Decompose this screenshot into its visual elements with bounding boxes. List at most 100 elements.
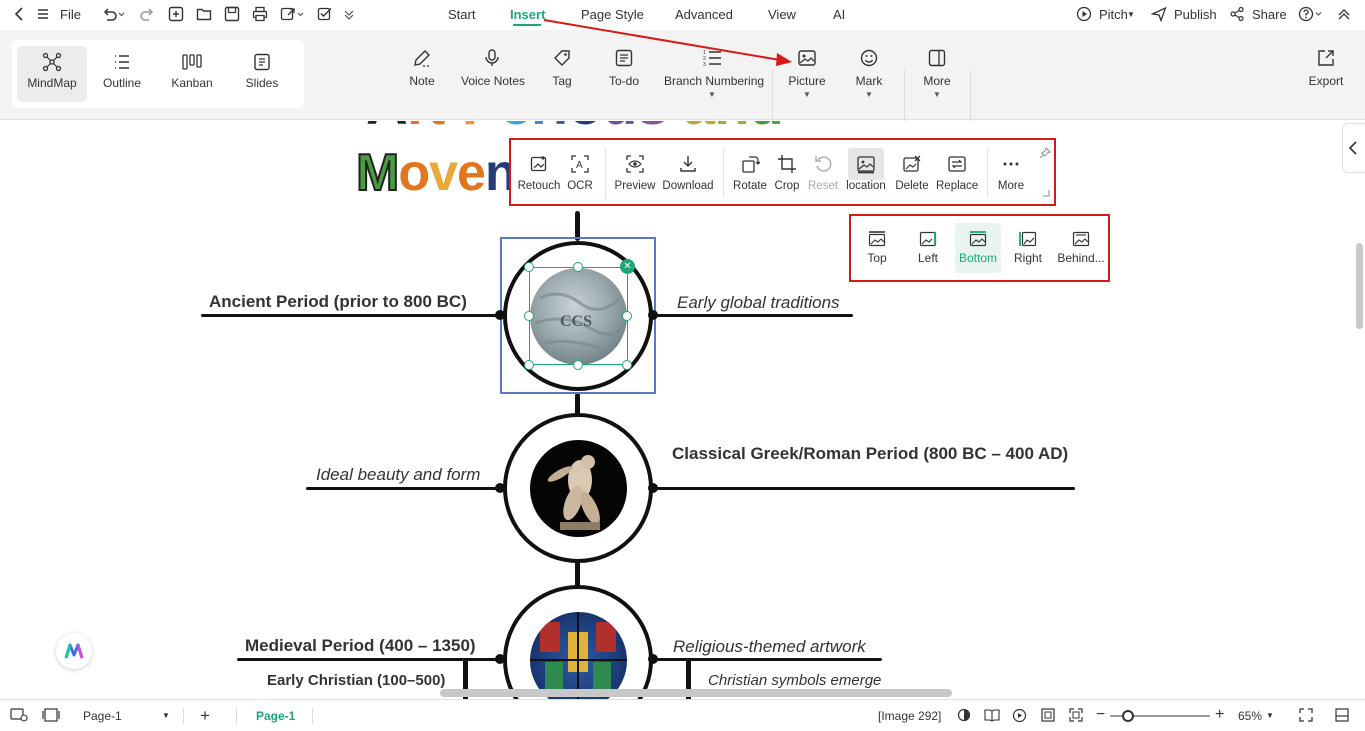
pitch-play-icon[interactable]	[1076, 6, 1092, 22]
picture-caret-icon[interactable]: ▼	[788, 90, 826, 99]
share-icon[interactable]	[1229, 6, 1245, 22]
page-list-icon[interactable]	[10, 708, 28, 722]
more-caret-icon[interactable]: ▼	[922, 90, 952, 99]
remove-image-icon[interactable]: ✕	[620, 259, 635, 274]
node-ideal-beauty[interactable]: Ideal beauty and form	[316, 465, 480, 485]
help-icon[interactable]	[1298, 6, 1326, 22]
view-mindmap-button[interactable]: MindMap	[17, 46, 87, 102]
zoom-slider-thumb[interactable]	[1122, 710, 1134, 722]
back-icon[interactable]	[12, 6, 26, 22]
more-chevron-icon[interactable]	[343, 6, 355, 22]
resize-handle[interactable]	[622, 311, 632, 321]
location-top-option[interactable]: Top	[854, 223, 900, 273]
share-button[interactable]: Share	[1252, 7, 1287, 22]
node-medieval-period[interactable]: Medieval Period (400 – 1350)	[245, 636, 476, 656]
todo-button[interactable]: To-do	[608, 48, 640, 88]
mindmap-canvas[interactable]: Art Periods and Moven Ancient Period (pr…	[0, 121, 1365, 699]
page-tab-active[interactable]: Page-1	[256, 709, 295, 723]
export-file-icon[interactable]	[280, 6, 306, 22]
node-religious-artwork[interactable]: Religious-themed artwork	[673, 637, 866, 657]
location-button[interactable]: location	[844, 148, 888, 192]
theme-icon[interactable]	[957, 708, 971, 722]
open-folder-icon[interactable]	[196, 6, 212, 22]
rotate-button[interactable]: Rotate	[732, 154, 768, 192]
tab-start[interactable]: Start	[448, 7, 475, 22]
book-view-icon[interactable]	[984, 708, 1000, 722]
vertical-scrollbar[interactable]	[1356, 243, 1363, 329]
hamburger-menu-icon[interactable]	[36, 6, 50, 22]
location-right-option[interactable]: Right	[1005, 223, 1051, 273]
tab-insert[interactable]: Insert	[510, 7, 545, 22]
picture-button[interactable]: Picture ▼	[788, 48, 826, 99]
page-select-caret-icon[interactable]: ▼	[162, 711, 170, 720]
retouch-button[interactable]: Retouch	[516, 154, 562, 192]
side-panel-toggle[interactable]	[1342, 123, 1365, 173]
presentation-play-icon[interactable]	[1012, 708, 1027, 723]
add-page-icon[interactable]: +	[200, 706, 210, 726]
ai-assistant-logo[interactable]	[56, 633, 92, 669]
undo-icon[interactable]	[101, 6, 125, 22]
crop-button[interactable]: Crop	[774, 154, 800, 192]
resize-corner-icon[interactable]	[1041, 188, 1051, 198]
node-early-christian[interactable]: Early Christian (100–500)	[267, 672, 445, 689]
fullscreen-icon[interactable]	[1299, 708, 1313, 722]
location-bottom-option[interactable]: Bottom	[955, 223, 1001, 273]
node-classical-period[interactable]: Classical Greek/Roman Period (800 BC – 4…	[672, 443, 1072, 464]
note-button[interactable]: Note	[407, 48, 437, 88]
resize-handle[interactable]	[524, 360, 534, 370]
horizontal-scrollbar[interactable]	[440, 689, 952, 697]
file-menu[interactable]: File	[60, 7, 81, 22]
resize-handle[interactable]	[524, 262, 534, 272]
view-outline-button[interactable]: Outline	[87, 46, 157, 102]
discobolus-statue-image[interactable]	[530, 440, 627, 537]
tab-page-style[interactable]: Page Style	[581, 7, 644, 22]
zoom-level[interactable]: 65%	[1238, 709, 1262, 723]
stained-glass-image[interactable]	[530, 612, 627, 699]
replace-image-button[interactable]: Replace	[936, 154, 978, 192]
fit-page-icon[interactable]	[42, 708, 60, 722]
redo-icon[interactable]	[140, 6, 154, 22]
pin-icon[interactable]	[1039, 147, 1051, 159]
resize-handle[interactable]	[622, 360, 632, 370]
pitch-caret-icon[interactable]: ▼	[1127, 10, 1135, 19]
branch-numbering-caret-icon[interactable]: ▼	[664, 90, 760, 99]
location-behind-option[interactable]: Behind...	[1054, 223, 1108, 273]
node-early-global-traditions[interactable]: Early global traditions	[677, 293, 840, 313]
ocr-button[interactable]: A OCR	[567, 154, 593, 192]
pitch-button[interactable]: Pitch	[1099, 7, 1128, 22]
delete-image-button[interactable]: Delete	[895, 154, 929, 192]
fit-screen-icon[interactable]	[1041, 708, 1055, 722]
title-line-2[interactable]: Moven	[356, 149, 516, 205]
tab-advanced[interactable]: Advanced	[675, 7, 733, 22]
export-button[interactable]: Export	[1307, 48, 1345, 88]
collapse-up-icon[interactable]	[1337, 6, 1351, 22]
location-left-option[interactable]: Left	[905, 223, 951, 273]
panel-toggle-icon[interactable]	[1335, 708, 1349, 722]
tab-ai[interactable]: AI	[833, 7, 845, 22]
resize-handle[interactable]	[524, 311, 534, 321]
mark-button[interactable]: Mark ▼	[855, 48, 883, 99]
print-icon[interactable]	[252, 6, 268, 22]
zoom-out-icon[interactable]: −	[1096, 706, 1105, 724]
view-slides-button[interactable]: Slides	[227, 46, 297, 102]
preview-button[interactable]: Preview	[614, 154, 656, 192]
view-kanban-button[interactable]: Kanban	[157, 46, 227, 102]
tab-view[interactable]: View	[768, 7, 796, 22]
resize-handle[interactable]	[573, 360, 583, 370]
resize-handle[interactable]	[573, 262, 583, 272]
publish-button[interactable]: Publish	[1174, 7, 1217, 22]
page-select[interactable]: Page-1	[83, 709, 122, 723]
publish-icon[interactable]	[1151, 6, 1167, 22]
zoom-in-icon[interactable]: +	[1215, 706, 1224, 724]
branch-numbering-button[interactable]: 123 Branch Numbering ▼	[664, 48, 764, 99]
zoom-caret-icon[interactable]: ▼	[1266, 711, 1274, 720]
checkbox-edit-icon[interactable]	[317, 6, 333, 22]
download-button[interactable]: Download	[660, 154, 716, 192]
voice-notes-button[interactable]: Voice Notes	[461, 48, 525, 88]
node-christian-symbols[interactable]: Christian symbols emerge	[708, 672, 881, 689]
new-file-icon[interactable]	[168, 6, 184, 22]
toolbar-more-button[interactable]: More	[997, 154, 1025, 192]
mark-caret-icon[interactable]: ▼	[855, 90, 883, 99]
expand-icon[interactable]	[1069, 708, 1083, 722]
tag-button[interactable]: Tag	[549, 48, 575, 88]
